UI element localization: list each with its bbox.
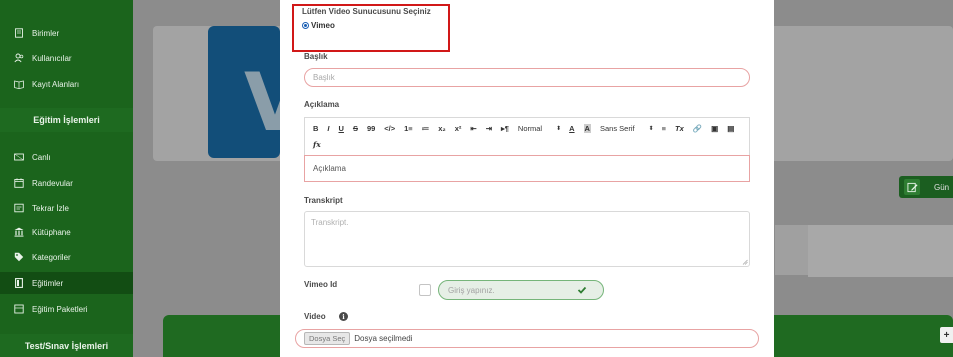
section-heading-egitim: Eğitim İşlemleri (0, 108, 133, 132)
sidebar-item-randevular[interactable]: Randevular (0, 172, 133, 194)
vimeo-id-input[interactable]: Giriş yapınız. (438, 280, 604, 300)
baslik-label: Başlık (304, 52, 328, 61)
sidebar-item-label: Eğitimler (32, 278, 64, 288)
code-block-button[interactable]: </> (384, 124, 395, 133)
highlight-box (292, 4, 450, 52)
italic-button[interactable]: I (327, 124, 329, 133)
sidebar-item-label: Kayıt Alanları (32, 79, 80, 89)
calendar-icon (14, 178, 24, 188)
sidebar-item-label: Kategoriler (32, 252, 71, 262)
font-select-value: Sans Serif (599, 124, 635, 133)
video-file-input[interactable]: Dosya Seç Dosya seçilmedi (295, 329, 759, 348)
sidebar-item-kayit-alanlari[interactable]: Kayıt Alanları (0, 73, 133, 95)
content-panel (808, 225, 953, 277)
indent-button[interactable]: ⇥ (486, 124, 492, 133)
bold-button[interactable]: B (313, 124, 318, 133)
vimeo-id-label: Vimeo Id (304, 280, 338, 289)
side-action-button[interactable]: Gün (899, 176, 953, 198)
clean-button[interactable]: Tx (675, 124, 684, 133)
align-icon[interactable]: ≡ (662, 124, 666, 133)
video-icon[interactable]: ▤ (727, 124, 734, 133)
chevron-updown-icon: ⬍ (648, 126, 654, 132)
book-icon (14, 28, 24, 38)
aciklama-editor[interactable]: Açıklama (304, 155, 750, 182)
video-label: Video (304, 312, 326, 321)
resize-handle-icon[interactable] (742, 259, 748, 265)
aciklama-label: Açıklama (304, 100, 340, 109)
book-open-icon (14, 79, 24, 89)
sidebar-item-label: Eğitim Paketleri (32, 304, 88, 314)
sidebar-item-label: Kullanıcılar (32, 53, 72, 63)
choose-file-button[interactable]: Dosya Seç (304, 332, 351, 345)
link-icon[interactable]: 🔗 (693, 124, 702, 133)
add-button[interactable]: + (940, 327, 953, 343)
sidebar-item-label: Kütüphane (32, 227, 71, 237)
outdent-button[interactable]: ⇤ (470, 124, 476, 133)
transkript-textarea[interactable]: Transkript. (304, 211, 750, 267)
section-heading-test: Test/Sınav İşlemleri (0, 334, 133, 357)
sidebar-item-egitim-paketleri[interactable]: Eğitim Paketleri (0, 298, 133, 320)
edit-icon (904, 179, 920, 195)
formula-button[interactable]: fx (313, 140, 321, 149)
vimeo-id-placeholder: Giriş yapınız. (448, 285, 495, 295)
info-icon[interactable]: i (339, 312, 348, 321)
superscript-button[interactable]: x² (455, 124, 462, 133)
sidebar-item-label: Randevular (32, 178, 73, 188)
sidebar-item-canli[interactable]: Canlı (0, 146, 133, 168)
sidebar-item-birimler[interactable]: Birimler (0, 22, 133, 44)
side-action-label: Gün (934, 182, 950, 192)
sidebar-item-label: Canlı (32, 152, 51, 162)
editor-toolbar: B I U S 99 </> 1≡ ≔ x₂ x² ⇤ ⇥ ▸¶ Normal ⬍… (304, 117, 750, 155)
check-icon (577, 286, 587, 294)
sidebar-item-kutuphane[interactable]: Kütüphane (0, 221, 133, 243)
sidebar-item-label: Birimler (32, 28, 60, 38)
text-direction-button[interactable]: ▸¶ (501, 124, 509, 133)
sidebar-item-kategoriler[interactable]: Kategoriler (0, 246, 133, 268)
strike-button[interactable]: S (353, 124, 358, 133)
document-icon (14, 278, 24, 288)
vimeo-id-checkbox[interactable] (419, 284, 431, 296)
broadcast-icon (14, 152, 24, 162)
sidebar-item-egitimler[interactable]: Eğitimler (0, 272, 133, 294)
sidebar-item-kullanicilar[interactable]: Kullanıcılar (0, 47, 133, 69)
chevron-updown-icon: ⬍ (556, 126, 562, 132)
text-color-icon[interactable]: A (569, 124, 574, 133)
header-select[interactable]: Normal ⬍ (518, 124, 561, 133)
baslik-input[interactable]: Başlık (304, 68, 750, 87)
sidebar: Birimler Kullanıcılar Kayıt Alanları Eği… (0, 0, 133, 357)
transkript-placeholder: Transkript. (311, 218, 349, 227)
background-color-icon[interactable]: A (583, 124, 591, 133)
header-select-value: Normal (517, 124, 543, 133)
sidebar-item-label: Tekrar İzle (32, 203, 69, 213)
package-icon (14, 304, 24, 314)
tag-icon (14, 252, 24, 262)
underline-button[interactable]: U (339, 124, 344, 133)
blockquote-button[interactable]: 99 (367, 124, 375, 133)
file-status: Dosya seçilmedi (354, 334, 413, 343)
vimeo-logo: V (208, 26, 280, 158)
replay-icon (14, 203, 24, 213)
users-icon (14, 53, 24, 63)
transkript-label: Transkript (304, 196, 343, 205)
sidebar-item-tekrar-izle[interactable]: Tekrar İzle (0, 197, 133, 219)
subscript-button[interactable]: x₂ (438, 124, 446, 133)
image-icon[interactable]: ▣ (711, 124, 718, 133)
font-select[interactable]: Sans Serif ⬍ (600, 124, 654, 133)
bullet-list-button[interactable]: ≔ (422, 124, 430, 133)
ordered-list-button[interactable]: 1≡ (404, 124, 413, 133)
library-icon (14, 227, 24, 237)
